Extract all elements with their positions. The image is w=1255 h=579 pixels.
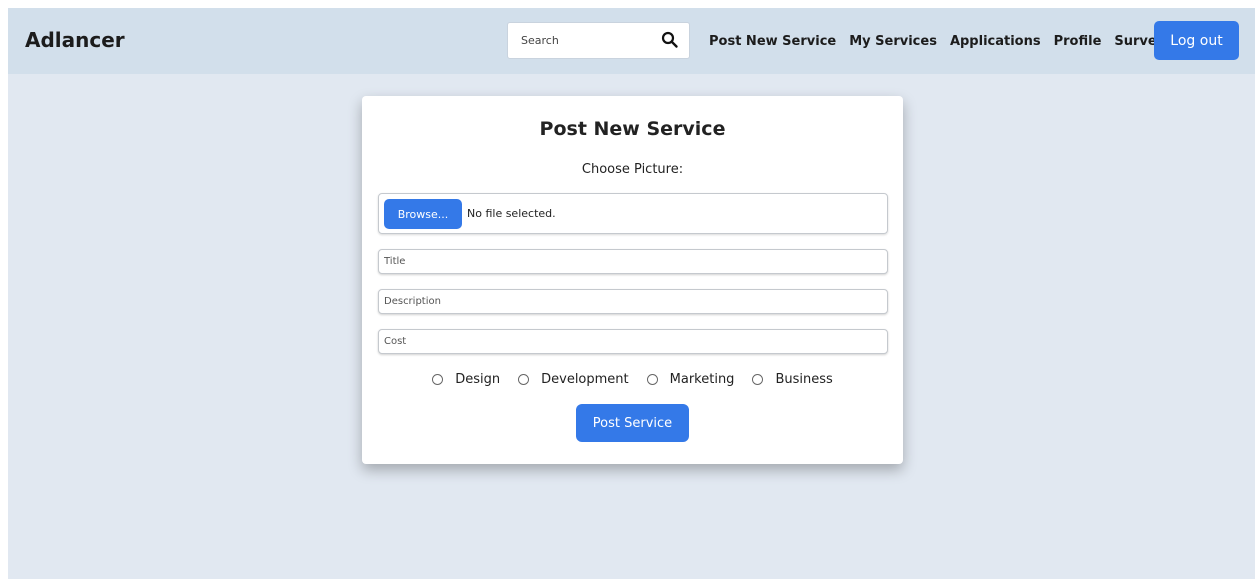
- navbar: Adlancer Post New Service My Services Ap…: [8, 8, 1255, 74]
- logout-button[interactable]: Log out: [1154, 21, 1239, 60]
- app-root: Adlancer Post New Service My Services Ap…: [8, 8, 1255, 579]
- file-picker: Browse... No file selected.: [378, 193, 888, 234]
- post-service-button[interactable]: Post Service: [576, 404, 689, 442]
- radio-development[interactable]: Development: [518, 372, 629, 387]
- radio-circle-icon[interactable]: [518, 374, 530, 385]
- radio-label: Design: [455, 372, 501, 387]
- search-box: [507, 22, 690, 59]
- radio-circle-icon[interactable]: [646, 374, 658, 385]
- radio-label: Development: [541, 372, 629, 387]
- title-input[interactable]: [378, 249, 888, 274]
- nav-link-post-new-service[interactable]: Post New Service: [709, 34, 836, 49]
- form-title: Post New Service: [539, 118, 726, 140]
- brand-logo[interactable]: Adlancer: [25, 28, 125, 52]
- radio-design[interactable]: Design: [432, 372, 500, 387]
- nav-link-profile[interactable]: Profile: [1054, 34, 1102, 49]
- nav-link-my-services[interactable]: My Services: [849, 34, 937, 49]
- radio-business[interactable]: Business: [752, 372, 833, 387]
- search-icon[interactable]: [661, 31, 679, 49]
- radio-circle-icon[interactable]: [752, 374, 764, 385]
- choose-picture-label: Choose Picture:: [581, 162, 684, 177]
- radio-label: Marketing: [669, 372, 735, 387]
- search-input[interactable]: [508, 23, 658, 58]
- category-radio-group: Design Development Marketing Business: [362, 372, 903, 387]
- browse-button[interactable]: Browse...: [384, 199, 462, 229]
- radio-circle-icon[interactable]: [432, 374, 444, 385]
- nav-link-applications[interactable]: Applications: [950, 34, 1041, 49]
- cost-input[interactable]: [378, 329, 888, 354]
- nav-links: Post New Service My Services Application…: [709, 34, 1178, 49]
- description-input[interactable]: [378, 289, 888, 314]
- file-status: No file selected.: [467, 207, 556, 220]
- radio-label: Business: [775, 372, 833, 387]
- post-service-card: Post New Service Choose Picture: Browse.…: [362, 96, 903, 464]
- radio-marketing[interactable]: Marketing: [646, 372, 735, 387]
